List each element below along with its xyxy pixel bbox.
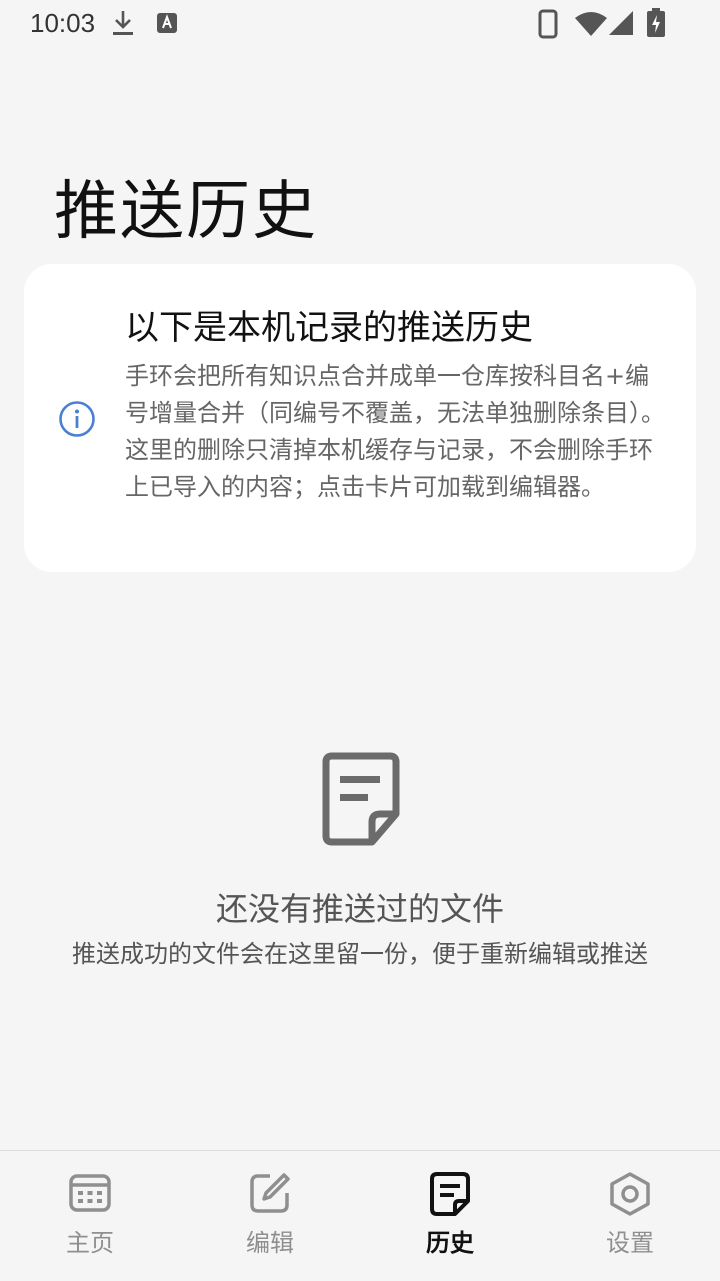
info-card: 以下是本机记录的推送历史 手环会把所有知识点合并成单一仓库按科目名+编号增量合并… — [24, 264, 696, 572]
status-time: 10:03 — [30, 8, 96, 38]
nav-label-settings: 设置 — [606, 1229, 654, 1257]
status-bar: 10:03 — [0, 0, 720, 48]
nav-item-home[interactable]: 主页 — [0, 1151, 180, 1281]
download-icon — [112, 8, 134, 42]
wifi-icon — [574, 10, 608, 40]
bottom-nav: 主页 编辑 历史 设置 — [0, 1150, 720, 1281]
phone-icon — [538, 9, 558, 43]
nav-item-settings[interactable]: 设置 — [540, 1151, 720, 1281]
page-title: 推送历史 — [54, 175, 318, 249]
info-icon — [58, 400, 96, 442]
app-notification-icon — [156, 12, 178, 38]
nav-label-home: 主页 — [66, 1229, 114, 1257]
nav-label-edit: 编辑 — [246, 1229, 294, 1257]
calendar-icon — [69, 1174, 111, 1212]
empty-state-subtitle: 推送成功的文件会在这里留一份，便于重新编辑或推送 — [72, 940, 648, 968]
battery-charging-icon — [646, 8, 666, 42]
nav-item-history[interactable]: 历史 — [360, 1151, 540, 1281]
signal-icon — [608, 10, 634, 40]
document-icon — [320, 752, 400, 852]
edit-icon — [250, 1173, 290, 1213]
nav-item-edit[interactable]: 编辑 — [180, 1151, 360, 1281]
nav-label-history: 历史 — [426, 1229, 474, 1257]
history-document-icon — [430, 1172, 470, 1216]
info-card-heading: 以下是本机记录的推送历史 — [125, 308, 533, 348]
empty-state-title: 还没有推送过的文件 — [215, 890, 504, 928]
settings-icon — [610, 1172, 650, 1216]
info-card-body: 手环会把所有知识点合并成单一仓库按科目名+编号增量合并（同编号不覆盖，无法单独删… — [125, 362, 665, 501]
